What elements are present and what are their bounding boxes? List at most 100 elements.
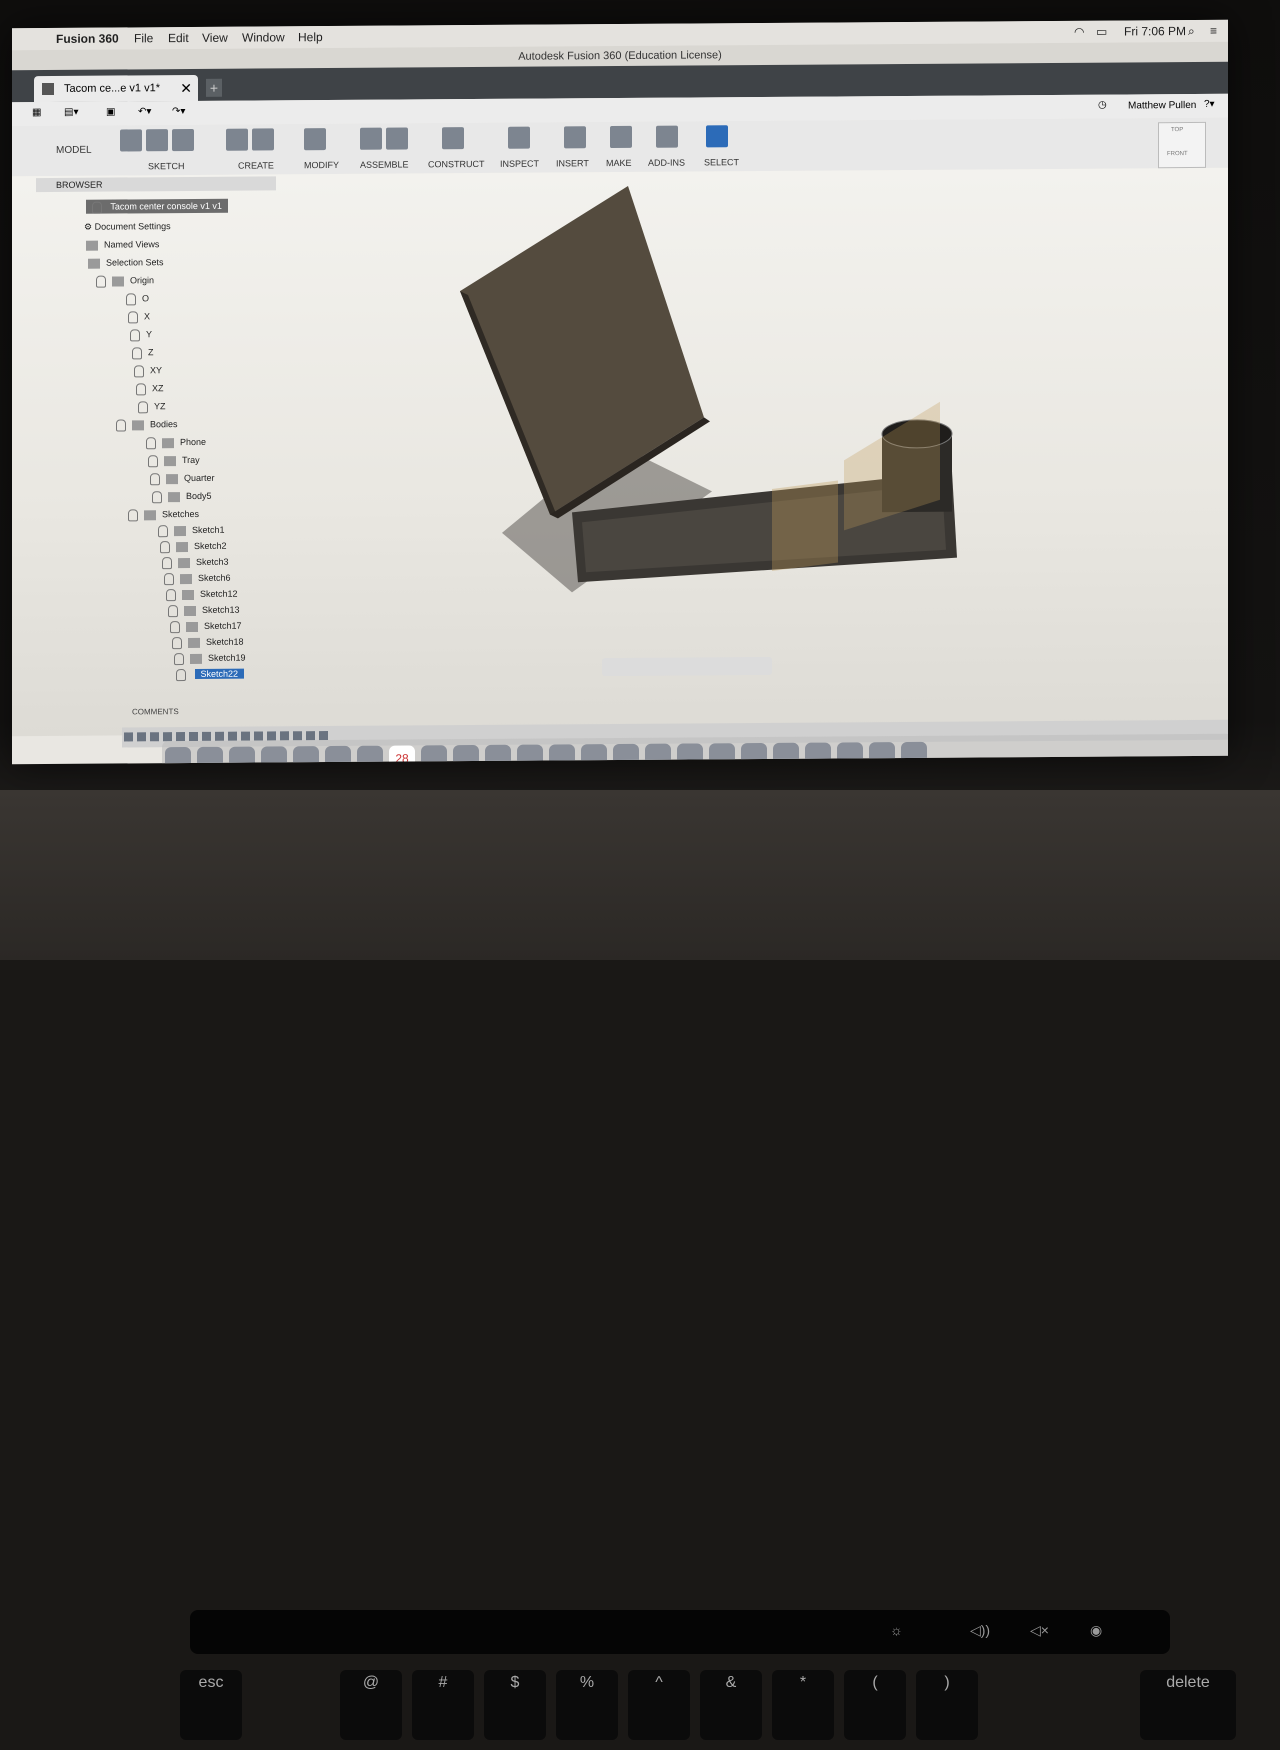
tree-document-settings[interactable]: ⚙ Document Settings	[84, 219, 171, 234]
visibility-bulb-icon[interactable]	[172, 636, 182, 649]
menu-app-name[interactable]: Fusion 360	[56, 31, 119, 45]
touch-bar[interactable]: ☼ ◁)) ◁× ◉	[190, 1610, 1170, 1654]
tree-body-body5[interactable]: Body5	[152, 489, 212, 503]
file-menu-icon[interactable]: ▤▾	[64, 107, 78, 118]
visibility-bulb-icon[interactable]	[128, 310, 138, 324]
visibility-bulb-icon[interactable]	[130, 328, 140, 342]
visibility-bulb-icon[interactable]	[96, 275, 106, 288]
workspace-switcher[interactable]: MODEL	[56, 130, 106, 174]
tree-root[interactable]: Tacom center console v1 v1	[86, 198, 228, 214]
siri-icon[interactable]	[197, 746, 223, 765]
undo-icon[interactable]: ↶▾	[138, 106, 151, 117]
toolbar-create[interactable]: CREATE	[226, 128, 296, 172]
key-9[interactable]: (	[844, 1670, 906, 1740]
wifi-icon[interactable]: ◠	[1074, 25, 1084, 39]
job-status-icon[interactable]: ◷	[1098, 100, 1107, 111]
visibility-bulb-icon[interactable]	[170, 620, 180, 633]
tree-named-views[interactable]: Named Views	[86, 237, 159, 252]
tree-origin[interactable]: Origin	[96, 273, 154, 288]
toolbar-sketch[interactable]: SKETCH	[120, 128, 200, 174]
help-icon[interactable]	[293, 746, 319, 765]
tree-body-quarter[interactable]: Quarter	[150, 471, 215, 485]
visibility-bulb-icon[interactable]	[150, 472, 160, 485]
view-cube-top[interactable]: TOP	[1171, 127, 1183, 133]
contacts-icon[interactable]	[357, 745, 383, 765]
tree-axis-y[interactable]: Y	[130, 327, 152, 342]
redo-icon[interactable]: ↷▾	[172, 106, 185, 117]
brightness-icon[interactable]: ☼	[890, 1622, 903, 1638]
visibility-bulb-icon[interactable]	[136, 382, 146, 396]
mute-icon[interactable]: ◁×	[1030, 1622, 1049, 1639]
key-5[interactable]: %	[556, 1670, 618, 1740]
visibility-bulb-icon[interactable]	[138, 400, 148, 413]
data-panel-grid-icon[interactable]: ▦	[32, 107, 41, 118]
visibility-bulb-icon[interactable]	[132, 346, 142, 360]
document-tab[interactable]: Tacom ce...e v1 v1* ✕	[34, 74, 198, 103]
visibility-bulb-icon[interactable]	[92, 201, 102, 214]
visibility-bulb-icon[interactable]	[162, 556, 172, 569]
comments-panel-label[interactable]: COMMENTS	[132, 706, 332, 721]
save-icon[interactable]: ▣	[106, 107, 115, 118]
visibility-bulb-icon[interactable]	[174, 652, 184, 665]
toolbar-add-ins[interactable]: ADD-INS	[648, 125, 698, 169]
visibility-bulb-icon[interactable]	[166, 588, 176, 601]
visibility-bulb-icon[interactable]	[168, 604, 178, 617]
menu-window[interactable]: Window	[242, 30, 285, 44]
tree-plane-yz[interactable]: YZ	[138, 399, 166, 413]
timeline-play-icon[interactable]	[124, 732, 133, 742]
visibility-bulb-icon[interactable]	[146, 436, 156, 449]
menu-edit[interactable]: Edit	[168, 31, 189, 45]
tree-plane-xz[interactable]: XZ	[136, 381, 164, 396]
visibility-bulb-icon[interactable]	[152, 490, 162, 503]
menu-view[interactable]: View	[202, 31, 228, 45]
key-delete[interactable]: delete	[1140, 1670, 1236, 1740]
new-tab-button[interactable]: +	[206, 78, 222, 97]
tree-body-phone[interactable]: Phone	[146, 435, 206, 449]
visibility-bulb-icon[interactable]	[176, 668, 186, 681]
tree-sketch[interactable]: Sketch2	[160, 539, 227, 553]
tree-body-tray[interactable]: Tray	[148, 453, 200, 467]
toolbar-select[interactable]: SELECT	[704, 125, 744, 169]
menu-list-icon[interactable]: ≡	[1210, 24, 1217, 38]
tree-sketch[interactable]: Sketch1	[158, 523, 225, 537]
help-icon[interactable]: ?▾	[1204, 99, 1215, 110]
toolbar-insert[interactable]: INSERT	[556, 126, 598, 170]
visibility-bulb-icon[interactable]	[160, 540, 170, 553]
visibility-bulb-icon[interactable]	[148, 454, 158, 467]
key-2[interactable]: @	[340, 1670, 402, 1740]
spotlight-search-icon[interactable]: ⌕	[1188, 24, 1195, 39]
key-4[interactable]: $	[484, 1670, 546, 1740]
visibility-bulb-icon[interactable]	[126, 293, 136, 306]
tree-axis-x[interactable]: X	[128, 309, 150, 324]
launchpad-icon[interactable]	[229, 746, 255, 765]
tree-sketch-selected[interactable]: Sketch22	[176, 667, 245, 681]
view-cube[interactable]: TOP FRONT	[1158, 121, 1206, 169]
user-account-menu[interactable]: Matthew Pullen	[1128, 100, 1196, 111]
siri-touchbar-icon[interactable]: ◉	[1090, 1622, 1102, 1639]
volume-icon[interactable]: ◁))	[970, 1622, 990, 1639]
toolbar-assemble[interactable]: ASSEMBLE	[360, 127, 422, 171]
toolbar-inspect[interactable]: INSPECT	[500, 126, 550, 170]
phone-body[interactable]	[460, 185, 704, 515]
key-0[interactable]: )	[916, 1670, 978, 1740]
view-cube-front[interactable]: FRONT	[1167, 151, 1188, 157]
key-esc[interactable]: esc	[180, 1670, 242, 1740]
menubar-clock[interactable]: Fri 7:06 PM	[1124, 24, 1186, 38]
finder-icon[interactable]	[165, 746, 191, 765]
tree-bodies[interactable]: Bodies	[116, 417, 178, 432]
close-icon[interactable]: ✕	[180, 75, 192, 101]
key-6[interactable]: ^	[628, 1670, 690, 1740]
visibility-bulb-icon[interactable]	[116, 419, 126, 432]
menu-file[interactable]: File	[134, 31, 153, 45]
construction-plane[interactable]	[772, 480, 838, 571]
toolbar-construct[interactable]: CONSTRUCT	[428, 127, 492, 171]
toolbar-modify[interactable]: MODIFY	[304, 128, 364, 172]
visibility-bulb-icon[interactable]	[128, 508, 138, 522]
key-8[interactable]: *	[772, 1670, 834, 1740]
menu-help[interactable]: Help	[298, 30, 323, 44]
tree-sketch[interactable]: Sketch17	[170, 619, 242, 633]
safari-icon[interactable]	[261, 746, 287, 765]
calendar-icon[interactable]: 28	[389, 745, 415, 765]
tree-sketch[interactable]: Sketch19	[174, 651, 246, 665]
preview-icon[interactable]	[325, 745, 351, 765]
